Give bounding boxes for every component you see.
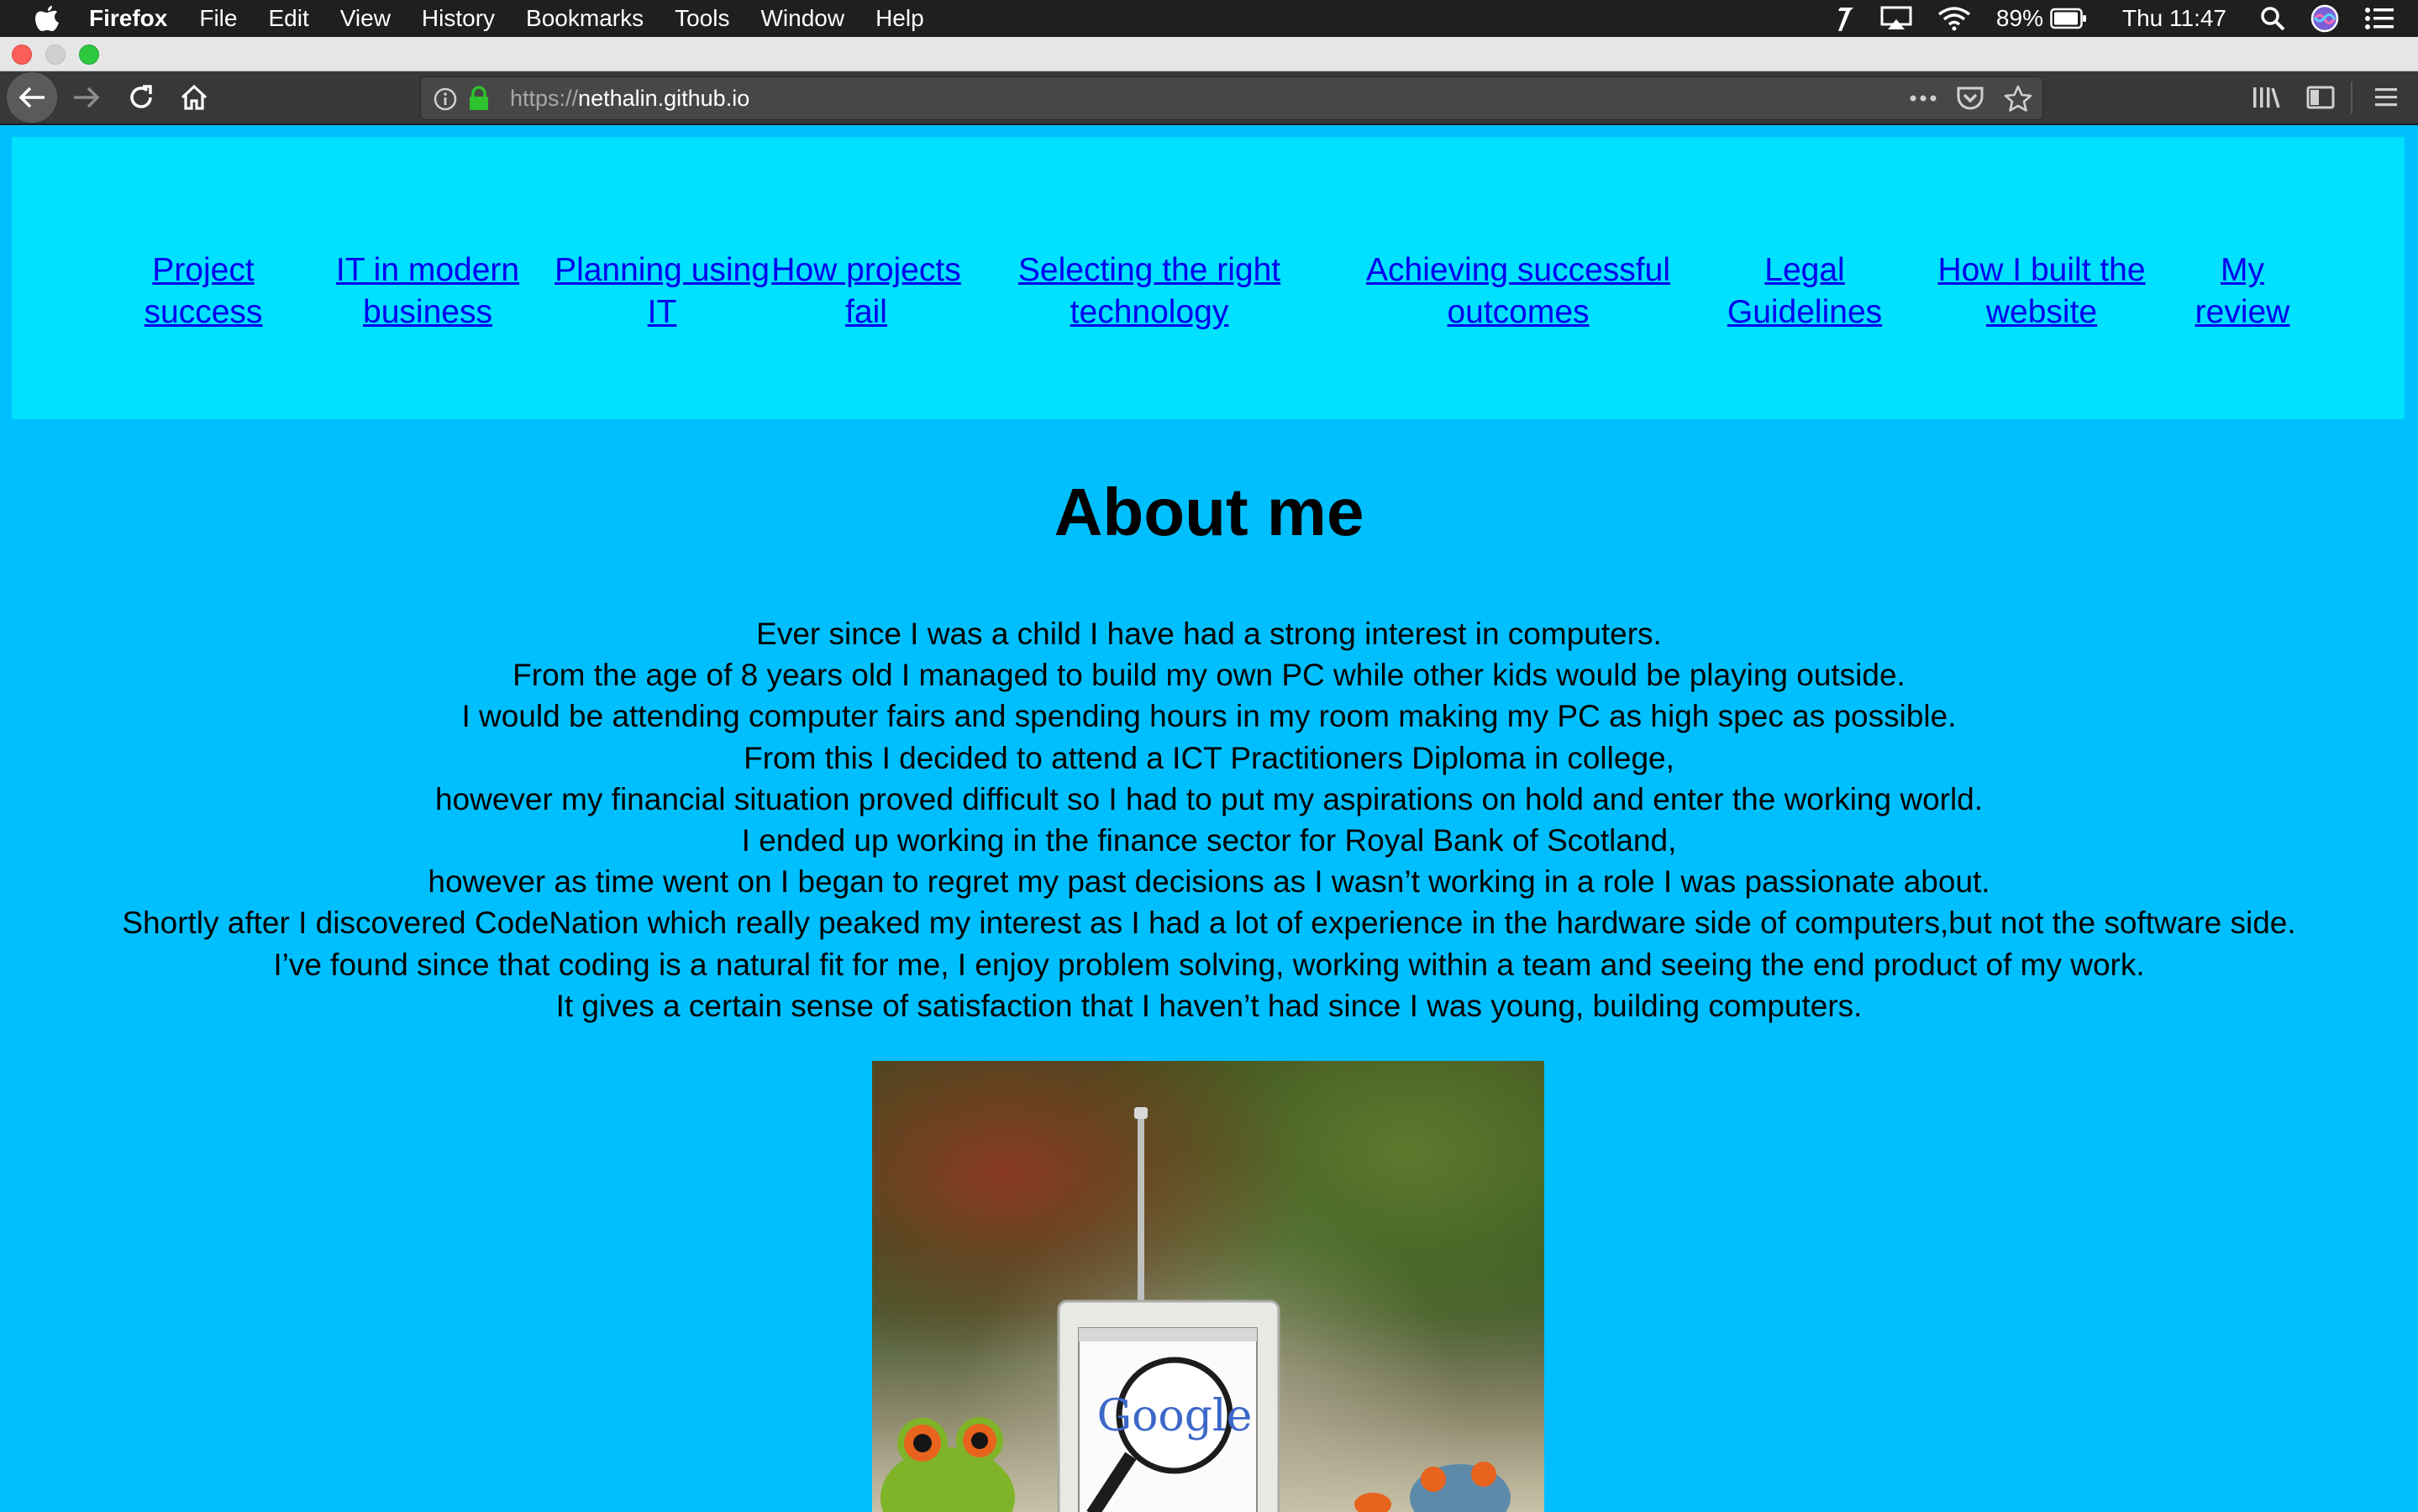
web-page: Project success IT in modern business Pl… [0,125,2418,1512]
close-window-button[interactable] [12,45,32,65]
minimize-window-button[interactable] [45,45,66,65]
url-text[interactable]: https://nethalin.github.io [510,77,749,119]
bio-line: I would be attending computer fairs and … [461,699,1957,734]
notification-center-icon[interactable] [2364,7,2394,30]
hamburger-menu-icon[interactable] [2365,76,2407,118]
bio-line: however my financial situation proved di… [434,781,1984,816]
window-title-bar [0,37,2418,71]
menu-app-name[interactable]: Firefox [89,5,167,32]
arrow-left-icon [18,87,45,108]
nav-link-my-review[interactable]: My review [2195,249,2290,333]
photo-illustration: Google [872,1107,1544,1512]
nav-link-selecting-the-right-technology[interactable]: Selecting the right technology [1018,249,1280,333]
battery-percent[interactable]: 89% [1996,5,2043,32]
macos-menu-bar: Firefox File Edit View History Bookmarks… [0,0,2418,37]
bookmark-star-icon[interactable] [2004,85,2032,115]
battery-icon[interactable] [2050,8,2087,29]
arrow-right-icon [74,87,100,108]
photo-screen-logo: Google [1097,1391,1253,1441]
menu-bookmarks[interactable]: Bookmarks [526,5,644,32]
bio-line: Ever since I was a child I have had a st… [756,617,1662,651]
wifi-icon[interactable] [1937,6,1971,31]
page-title: About me [1054,475,1364,549]
back-button[interactable] [7,72,57,123]
pocket-icon[interactable] [1957,86,1984,114]
nav-link-it-in-modern-business[interactable]: IT in modern business [336,249,519,333]
home-button[interactable] [173,76,215,118]
menu-edit[interactable]: Edit [268,5,308,32]
menu-clock[interactable]: Thu 11:47 [2122,5,2226,32]
page-actions-icon[interactable] [1908,88,1938,112]
browser-toolbar: https://nethalin.github.io [0,71,2418,125]
script-editor-icon[interactable] [1833,4,1855,33]
siri-icon[interactable] [2310,4,2339,33]
secure-lock-icon[interactable] [468,86,490,114]
toolbar-separator [2351,81,2352,113]
about-me-text: Ever since I was a child I have had a st… [0,613,2418,1026]
nav-link-project-success[interactable]: Project success [145,249,263,333]
forward-button[interactable] [66,76,108,118]
bio-line: Shortly after I discovered CodeNation wh… [122,906,2296,941]
url-host: nethalin.github.io [578,86,750,111]
menu-history[interactable]: History [422,5,495,32]
home-icon [181,84,208,110]
reload-button[interactable] [120,76,162,118]
address-bar[interactable]: https://nethalin.github.io [420,76,2043,120]
airplay-icon[interactable] [1880,6,1912,31]
menu-window[interactable]: Window [760,5,844,32]
zoom-window-button[interactable] [79,45,99,65]
menu-tools[interactable]: Tools [675,5,729,32]
menu-view[interactable]: View [340,5,391,32]
nav-link-legal-guidelines[interactable]: Legal Guidelines [1727,249,1882,333]
nav-link-how-i-built-the-website[interactable]: How I built the website [1937,249,2145,333]
menu-help[interactable]: Help [875,5,924,32]
bio-line: From this I decided to attend a ICT Prac… [744,740,1674,775]
about-me-photo: Google [872,1061,1544,1512]
bio-line: I ended up working in the finance sector… [741,823,1677,858]
apple-menu-icon[interactable] [30,2,64,35]
bio-line: It gives a certain sense of satisfaction… [555,988,1863,1023]
site-info-icon[interactable] [434,87,457,114]
url-scheme: https:// [510,86,579,111]
sidebar-toggle-icon[interactable] [2300,76,2342,118]
menu-file[interactable]: File [199,5,237,32]
nav-link-achieving-successful-outcomes[interactable]: Achieving successful outcomes [1366,249,1670,333]
nav-link-planning-using-it[interactable]: Planning using IT [555,249,770,333]
library-icon[interactable] [2245,76,2287,118]
bio-line: From the age of 8 years old I managed to… [513,658,1905,693]
bio-line: however as time went on I began to regre… [428,864,1990,900]
nav-link-how-projects-fail[interactable]: How projects fail [771,249,960,333]
reload-icon [130,85,152,108]
site-navigation: Project success IT in modern business Pl… [12,137,2405,419]
spotlight-search-icon[interactable] [2260,6,2285,31]
bio-line: I’ve found since that coding is a natura… [273,947,2145,982]
